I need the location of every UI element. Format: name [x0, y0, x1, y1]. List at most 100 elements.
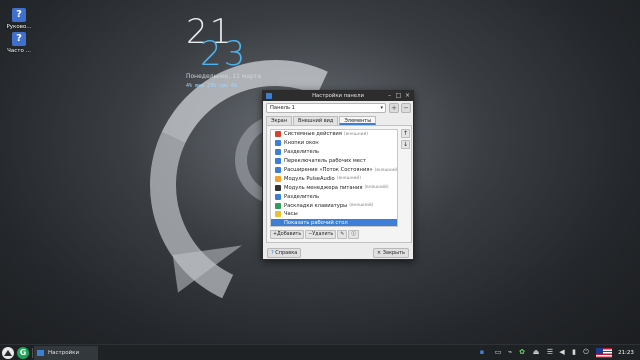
- power-icon[interactable]: ⏻: [582, 348, 590, 357]
- close-x-icon: ×: [376, 250, 382, 256]
- close-icon[interactable]: ×: [403, 91, 412, 101]
- taskbar-separator: [32, 348, 33, 358]
- taskbar-clock[interactable]: 21:23: [614, 345, 638, 360]
- move-down-button[interactable]: ↓: [401, 140, 410, 149]
- list-item-label: Модуль PulseAudio: [284, 175, 335, 182]
- list-item-external-tag: (внешний): [336, 176, 361, 182]
- leaf-icon[interactable]: ✿: [518, 348, 526, 357]
- plugin-icon: [275, 131, 281, 138]
- list-item[interactable]: Показать рабочий стол: [271, 218, 397, 227]
- network-icon[interactable]: ☰: [546, 348, 554, 357]
- settings-app-icon: [266, 93, 272, 99]
- eject-icon[interactable]: ⏏: [532, 348, 540, 357]
- list-item-label: Кнопки окон: [284, 140, 319, 147]
- clock-date: Понедельник, 11 марта: [186, 73, 261, 80]
- list-item-external-tag: (внешний): [364, 185, 389, 191]
- plugin-icon: [275, 158, 281, 165]
- plugin-icon: [275, 211, 281, 218]
- plugin-icon: [275, 167, 281, 173]
- items-pane: Системные действия (внешний) Кнопки окон Ра…: [266, 125, 412, 243]
- tab-display[interactable]: Экран: [266, 116, 293, 125]
- battery-icon[interactable]: ▮: [570, 348, 578, 357]
- list-item-label: Модуль менеджера питания: [284, 184, 363, 191]
- list-item-label: Разделитель: [284, 149, 320, 156]
- list-item-label: Часы: [284, 211, 298, 218]
- list-item-label: Раскладки клавиатуры: [284, 202, 348, 209]
- list-item-label: Системные действия: [284, 131, 342, 138]
- move-up-button[interactable]: ↑: [401, 129, 410, 138]
- list-item-label: Разделитель: [284, 193, 320, 200]
- plugin-icon: [275, 193, 281, 200]
- maximize-icon[interactable]: □: [394, 91, 403, 101]
- link-icon[interactable]: ⌁: [506, 348, 514, 357]
- add-item-label: Добавить: [277, 232, 302, 237]
- list-item[interactable]: Модуль PulseAudio (внешний): [271, 174, 397, 183]
- tab-bar: Экран Внешний вид Элементы: [266, 116, 377, 125]
- tab-appearance[interactable]: Внешний вид: [293, 116, 339, 125]
- plugin-icon: [275, 220, 281, 226]
- plugin-icon: [275, 175, 281, 182]
- workspace-switcher-icon[interactable]: ▪: [478, 348, 486, 357]
- list-item[interactable]: Разделитель: [271, 192, 397, 201]
- clock-minutes: 23: [200, 34, 248, 74]
- plugin-icon: [275, 140, 281, 147]
- browser-launcher-icon[interactable]: G: [17, 347, 29, 359]
- desktop-icon-guide[interactable]: ? Руково...: [4, 8, 34, 30]
- panel-select[interactable]: Панель 1 ▾: [266, 103, 386, 113]
- help-book-icon: ?: [12, 8, 26, 22]
- plugin-icon: [275, 184, 281, 191]
- desktop-icon-faq[interactable]: ? Часто ...: [4, 32, 34, 54]
- list-item[interactable]: Расширение «Поток Состояния» (внешний): [271, 166, 397, 175]
- desktop-icon-label: Часто ...: [7, 48, 31, 54]
- help-button[interactable]: ? Справка: [267, 248, 302, 258]
- minimize-icon[interactable]: –: [385, 91, 394, 101]
- panel-settings-dialog: Настройки панели – □ × Панель 1 ▾ + − Эк…: [262, 90, 414, 260]
- taskbar-window-label: Настройки панели: [48, 350, 80, 356]
- list-item-label: Переключатель рабочих мест: [284, 158, 366, 165]
- chat-icon[interactable]: ▭: [494, 348, 502, 357]
- help-faq-icon: ?: [12, 32, 26, 46]
- dialog-titlebar[interactable]: Настройки панели – □ ×: [263, 91, 413, 101]
- edit-icon: ✎: [340, 232, 345, 237]
- list-item-external-tag: (внешний): [374, 167, 398, 173]
- tab-items[interactable]: Элементы: [339, 116, 377, 125]
- list-item[interactable]: Разделитель: [271, 148, 397, 157]
- info-icon: ⓘ: [351, 232, 357, 237]
- close-label: Закрыть: [382, 250, 405, 256]
- panel-select-value: Панель 1: [270, 105, 295, 111]
- remove-item-label: Удалить: [312, 232, 334, 237]
- close-button[interactable]: × Закрыть: [372, 248, 409, 258]
- add-panel-button[interactable]: +: [389, 103, 399, 113]
- list-item[interactable]: Часы: [271, 210, 397, 219]
- list-item-label: Расширение «Поток Состояния»: [284, 167, 373, 173]
- list-item[interactable]: Переключатель рабочих мест: [271, 157, 397, 166]
- desktop-icon-label: Руково...: [6, 24, 32, 30]
- volume-icon[interactable]: ◀: [558, 348, 566, 357]
- plugin-icon: [275, 202, 281, 209]
- list-toolbar: +Добавить −Удалить ✎ ⓘ: [270, 230, 360, 239]
- list-item[interactable]: Раскладки клавиатуры (внешний): [271, 201, 397, 210]
- us-flag-keyboard-layout-icon[interactable]: [596, 348, 612, 358]
- list-item[interactable]: Кнопки окон: [271, 139, 397, 148]
- help-icon: ?: [271, 250, 274, 256]
- app-menu-logo-icon[interactable]: [2, 347, 14, 359]
- list-item-external-tag: (внешний): [349, 203, 374, 209]
- plugin-icon: [275, 149, 281, 156]
- dialog-title: Настройки панели: [312, 93, 364, 99]
- settings-app-icon: [37, 350, 44, 356]
- help-label: Справка: [275, 250, 298, 256]
- list-item[interactable]: Системные действия (внешний): [271, 130, 397, 139]
- remove-item-button[interactable]: −Удалить: [305, 230, 337, 239]
- taskbar-window-button[interactable]: Настройки панели: [34, 346, 98, 360]
- taskbar: G Настройки панели ▪ ▭ ⌁ ✿ ⏏ ☰ ◀ ▮ ⏻ 21:…: [0, 344, 640, 360]
- edit-item-button[interactable]: ✎: [337, 230, 348, 239]
- panel-items-list[interactable]: Системные действия (внешний) Кнопки окон Ра…: [270, 129, 398, 227]
- about-item-button[interactable]: ⓘ: [348, 230, 360, 239]
- add-item-button[interactable]: +Добавить: [270, 230, 305, 239]
- list-item[interactable]: Модуль менеджера питания (внешний): [271, 183, 397, 192]
- list-item-external-tag: (внешний): [343, 131, 369, 137]
- clock-stats: 4% mem 23% cpu 6%: [186, 83, 238, 89]
- list-item-label: Показать рабочий стол: [284, 220, 348, 227]
- remove-panel-button[interactable]: −: [401, 103, 411, 113]
- chevron-down-icon: ▾: [380, 105, 383, 111]
